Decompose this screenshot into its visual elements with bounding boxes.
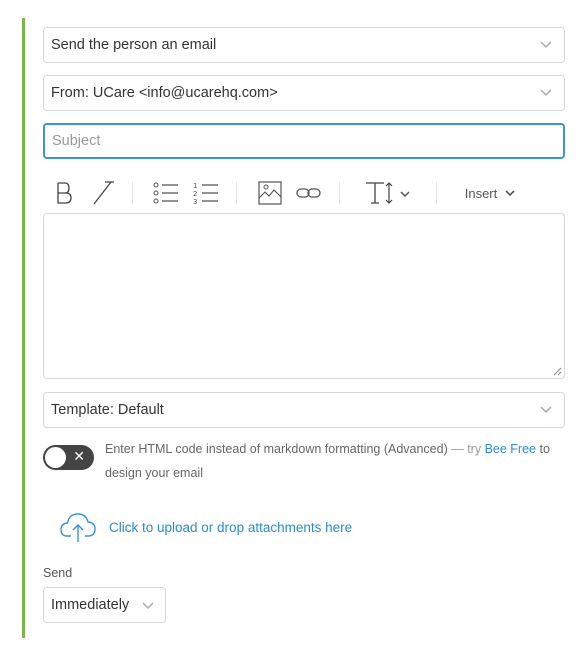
numbered-list-button[interactable]: 1 2 3 bbox=[191, 176, 221, 210]
insert-label: Insert bbox=[464, 185, 498, 201]
toggle-knob bbox=[45, 447, 66, 468]
editor-toolbar: 1 2 3 Insert bbox=[43, 176, 565, 210]
send-label: Send bbox=[43, 566, 73, 580]
send-timing-value: Immediately bbox=[51, 597, 130, 613]
action-select-value: Send the person an email bbox=[51, 37, 217, 53]
attachment-upload[interactable]: Click to upload or drop attachments here bbox=[59, 510, 352, 544]
bold-icon bbox=[57, 182, 72, 204]
chevron-down-icon bbox=[540, 89, 552, 97]
insert-image-button[interactable] bbox=[255, 176, 285, 210]
toolbar-divider bbox=[236, 182, 237, 204]
insert-dropdown[interactable]: Insert bbox=[461, 176, 521, 210]
italic-button[interactable] bbox=[89, 176, 117, 210]
html-mode-toggle[interactable]: ✕ bbox=[43, 445, 94, 470]
left-accent-bar bbox=[22, 18, 25, 638]
link-icon bbox=[296, 188, 321, 198]
chevron-down-icon bbox=[505, 190, 515, 197]
upload-label: Click to upload or drop attachments here bbox=[109, 519, 353, 535]
html-mode-text: Enter HTML code instead of markdown form… bbox=[105, 442, 448, 456]
chevron-down-icon bbox=[540, 41, 552, 49]
template-select[interactable]: Template: Default bbox=[43, 392, 565, 428]
html-mode-description: Enter HTML code instead of markdown form… bbox=[105, 437, 567, 485]
cloud-upload-icon bbox=[60, 513, 96, 542]
bee-free-link[interactable]: Bee Free bbox=[485, 442, 536, 456]
action-select[interactable]: Send the person an email bbox=[43, 27, 565, 63]
bullet-list-icon bbox=[153, 182, 178, 204]
try-text: — try bbox=[451, 442, 482, 456]
template-select-value: Template: Default bbox=[51, 402, 164, 418]
svg-text:1: 1 bbox=[193, 182, 197, 190]
italic-icon bbox=[93, 181, 114, 205]
svg-text:3: 3 bbox=[193, 198, 197, 205]
close-icon: ✕ bbox=[73, 448, 85, 464]
text-size-button[interactable] bbox=[361, 176, 415, 210]
text-size-icon bbox=[366, 182, 410, 204]
numbered-list-icon: 1 2 3 bbox=[193, 182, 218, 205]
email-body-editor[interactable] bbox=[43, 213, 565, 379]
chevron-down-icon bbox=[142, 602, 154, 610]
chevron-down-icon bbox=[540, 406, 552, 414]
bullet-list-button[interactable] bbox=[151, 176, 181, 210]
toolbar-divider bbox=[339, 182, 340, 204]
subject-input[interactable] bbox=[43, 123, 565, 159]
bold-button[interactable] bbox=[51, 176, 77, 210]
svg-text:2: 2 bbox=[193, 190, 197, 198]
resize-handle-icon[interactable] bbox=[552, 366, 562, 376]
from-select-value: From: UCare <info@ucarehq.com> bbox=[51, 85, 278, 101]
send-timing-select[interactable]: Immediately bbox=[43, 587, 166, 623]
insert-link-button[interactable] bbox=[294, 176, 324, 210]
toolbar-divider bbox=[436, 182, 437, 204]
toolbar-divider bbox=[132, 182, 133, 204]
from-select[interactable]: From: UCare <info@ucarehq.com> bbox=[43, 75, 565, 111]
image-icon bbox=[258, 181, 282, 205]
